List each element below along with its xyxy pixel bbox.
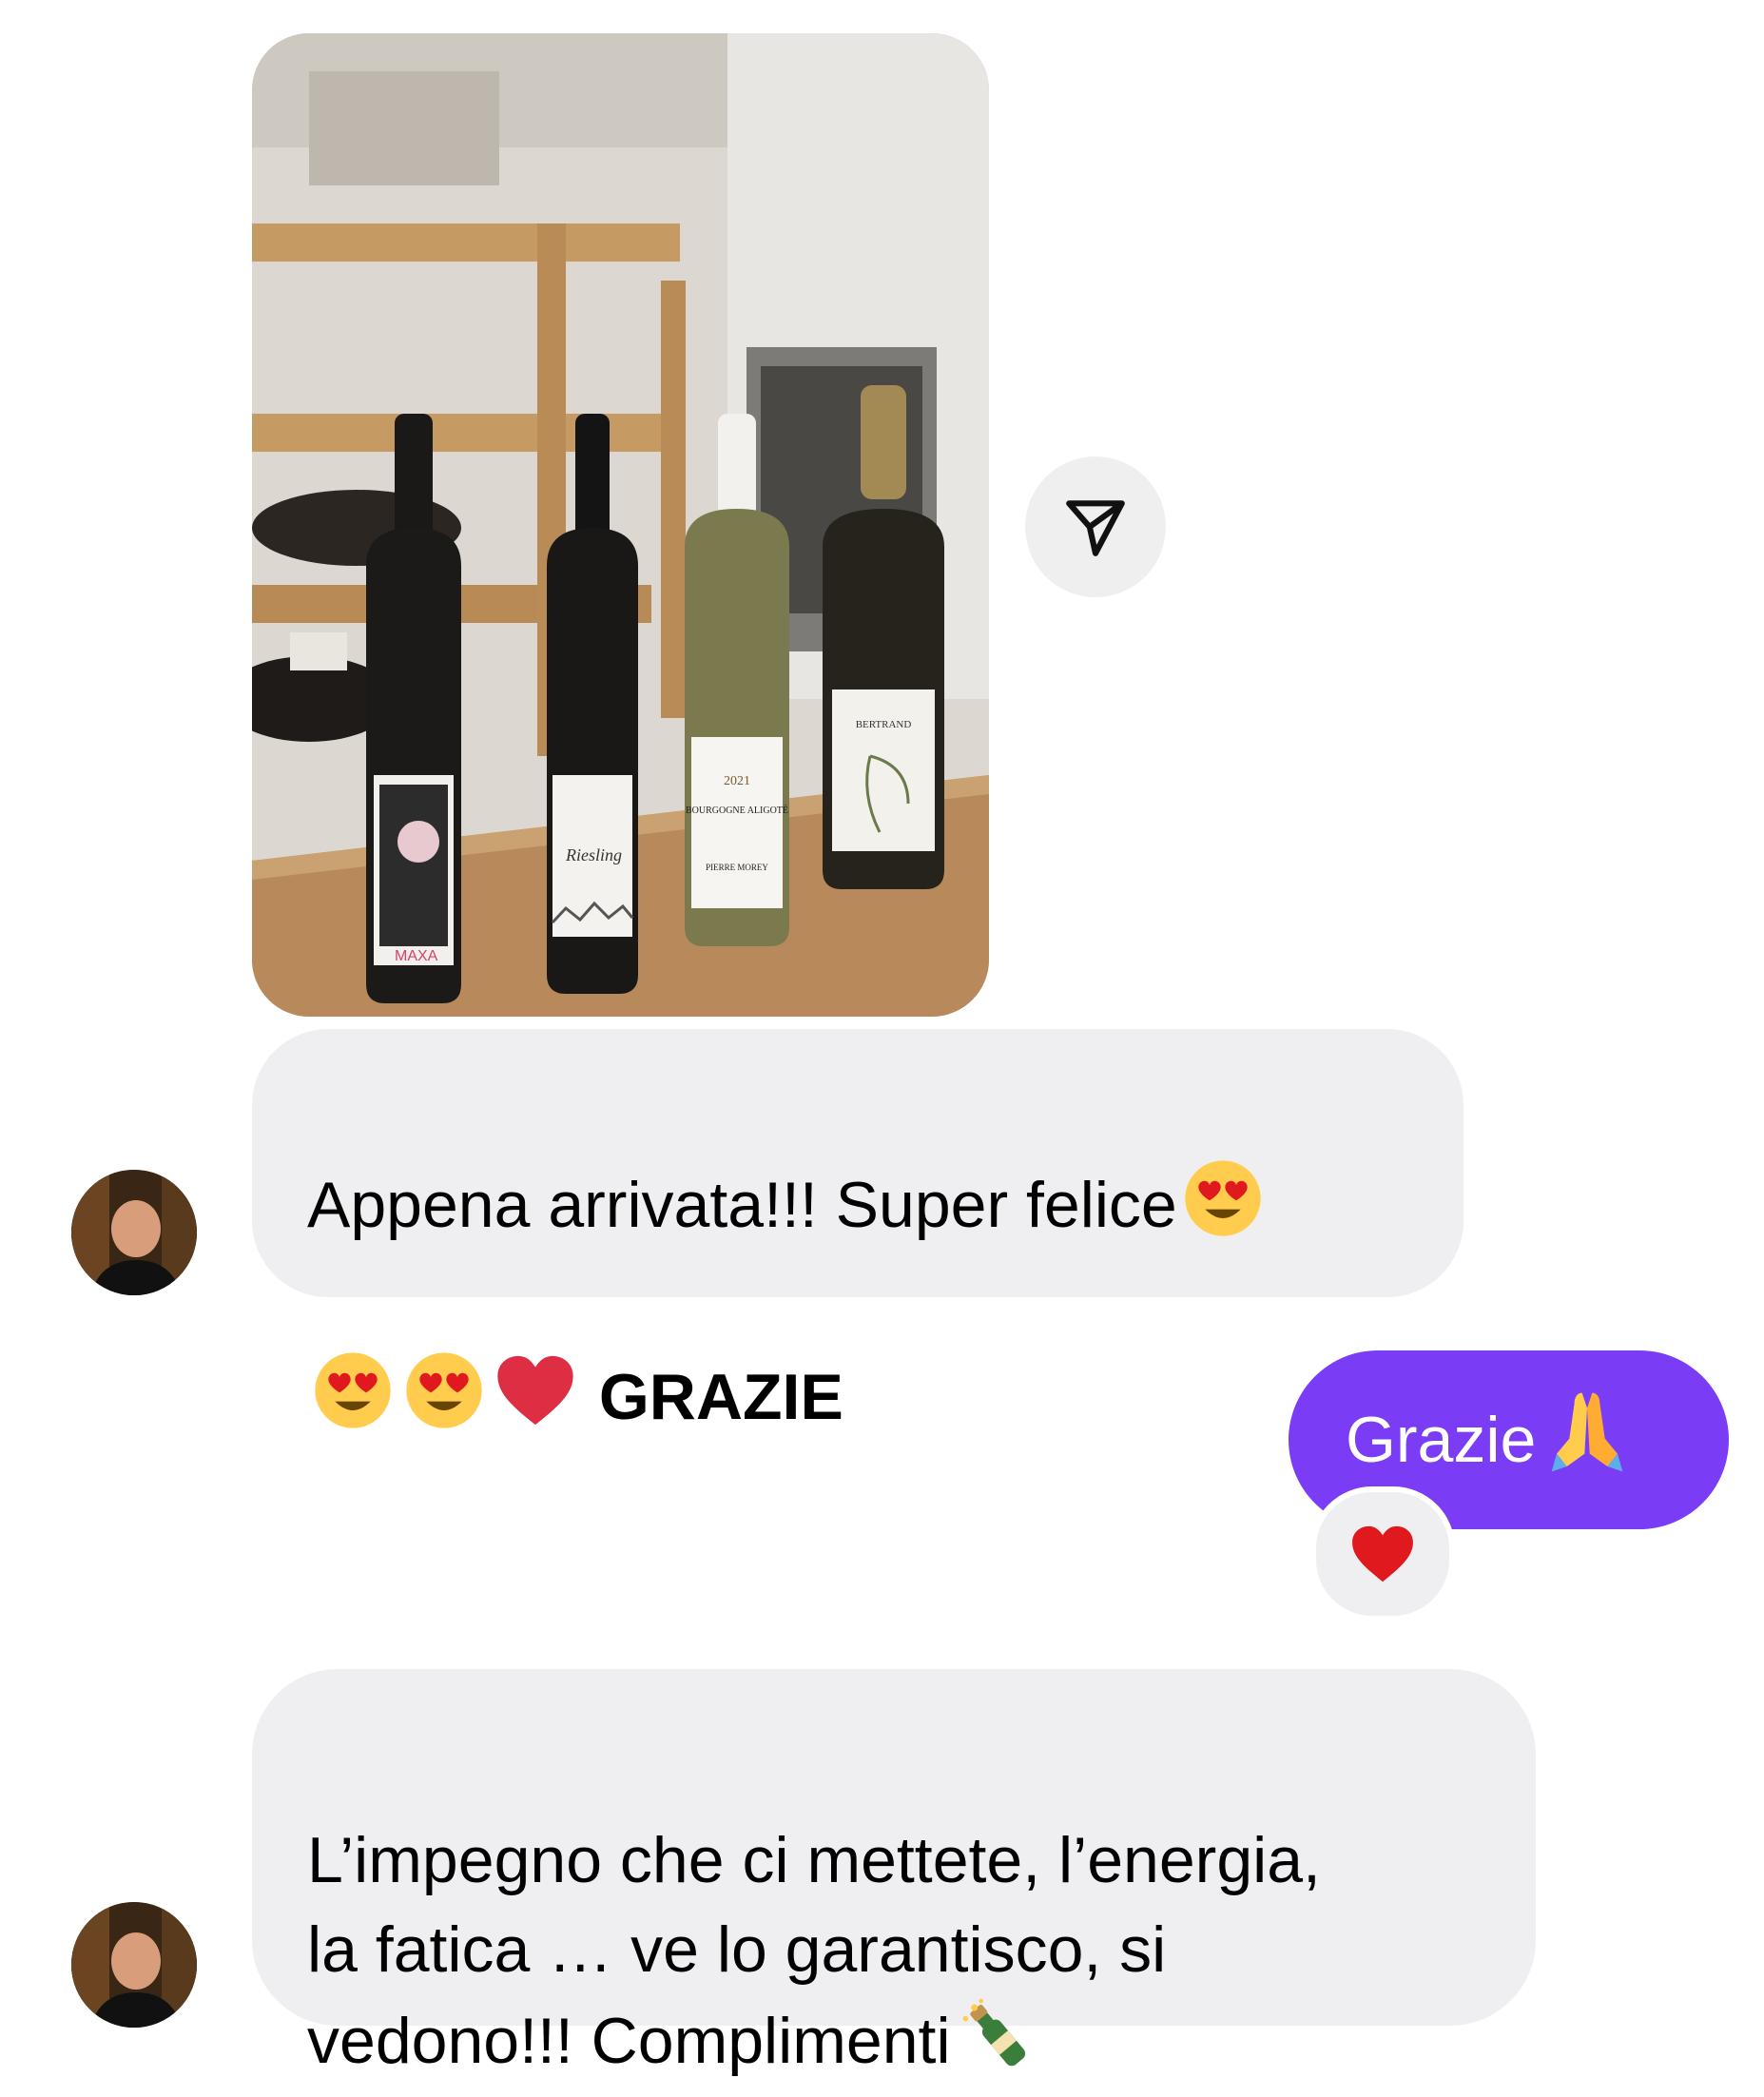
message-text-bold: GRAZIE: [598, 1360, 843, 1433]
message-bubble-incoming[interactable]: Appena arrivata!!! Super felice GRAZIE: [252, 1029, 1464, 1433]
bottle-4-label: BERTRAND: [856, 719, 912, 730]
chat-thread: MAXA Riesling 2021 BOURGOGNE ALIGOTÉ PIE…: [0, 0, 1764, 2077]
message-line-2: GRAZIE: [307, 1350, 1425, 1453]
avatar-image: [71, 1902, 197, 2028]
avatar-image: [71, 1170, 197, 1295]
bottle-3-producer: PIERRE MOREY: [706, 863, 768, 872]
message-text: Grazie: [1346, 1404, 1537, 1476]
bottle-1-label: MAXA: [395, 948, 438, 964]
bottle-3-vintage: 2021: [724, 774, 750, 788]
bottle-3-label: BOURGOGNE ALIGOTÉ: [686, 805, 788, 816]
bottle-2-label: Riesling: [565, 845, 622, 864]
message-line-1: Appena arrivata!!! Super felice: [307, 1158, 1425, 1261]
red-heart-icon: [1352, 1525, 1413, 1582]
reaction-badge[interactable]: [1310, 1486, 1455, 1621]
send-icon: [1066, 500, 1125, 556]
photo-message[interactable]: MAXA Riesling 2021 BOURGOGNE ALIGOTÉ PIE…: [252, 33, 989, 1017]
share-button[interactable]: [1025, 456, 1166, 597]
champagne-bottle-emoji-icon: [957, 1994, 1037, 2097]
message-bubble-incoming[interactable]: L’impegno che ci mettete, l’energia, la …: [252, 1669, 1536, 2077]
message-text: Appena arrivata!!! Super felice: [307, 1168, 1177, 1241]
heart-eyes-emoji-icon: [1183, 1158, 1263, 1261]
sender-avatar[interactable]: [71, 1170, 197, 1295]
message-text: L’impegno che ci mettete, l’energia, la …: [307, 1824, 1321, 2077]
sender-avatar[interactable]: [71, 1902, 197, 2028]
red-heart-emoji-icon: [495, 1352, 575, 1451]
wine-bottles-photo: MAXA Riesling 2021 BOURGOGNE ALIGOTÉ PIE…: [252, 33, 989, 1017]
heart-eyes-emoji-icon: [404, 1350, 484, 1453]
heart-eyes-emoji-icon: [313, 1350, 393, 1453]
folded-hands-emoji-icon: [1541, 1383, 1633, 1497]
